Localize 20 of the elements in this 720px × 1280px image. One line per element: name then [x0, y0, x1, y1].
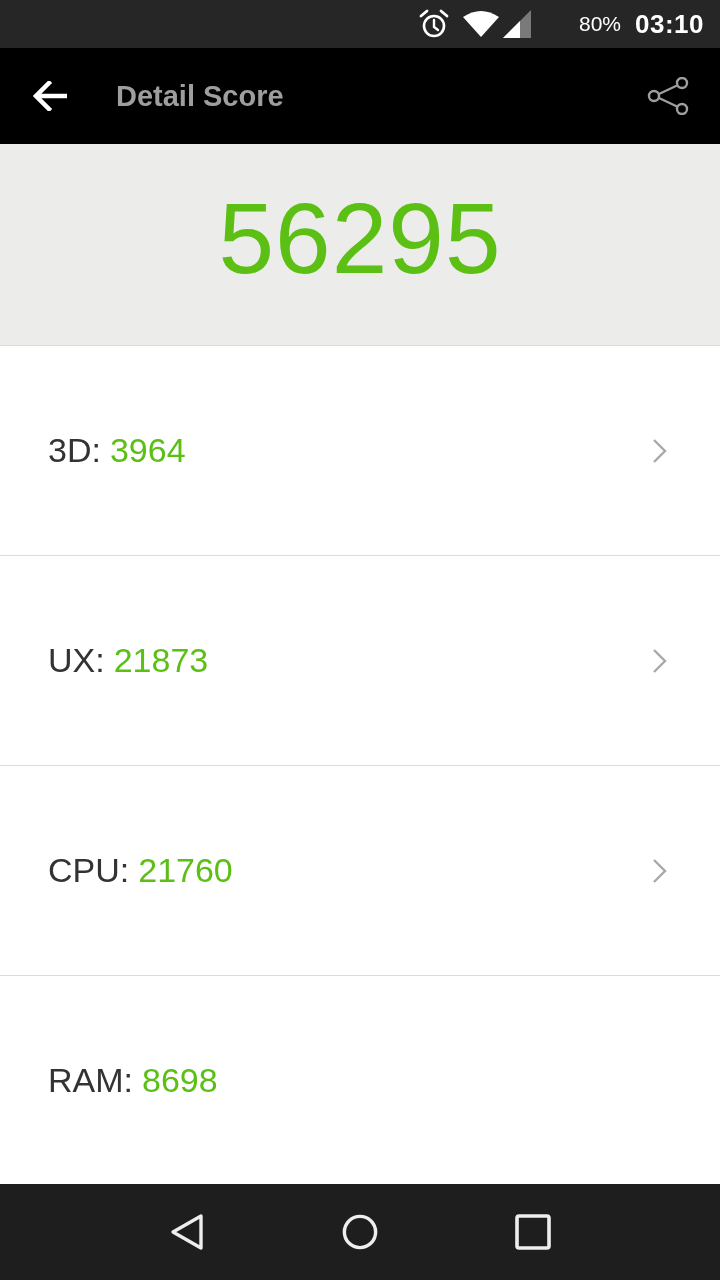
screen-title: Detail Score [116, 79, 285, 113]
score-value: 21873 [113, 641, 210, 680]
total-score: 56295 [218, 187, 502, 288]
recents-square-icon [515, 1213, 552, 1251]
home-circle-icon [342, 1213, 378, 1251]
clock-time: 03:10 [635, 8, 704, 40]
alarm-clock-icon [418, 9, 449, 39]
back-arrow-icon [33, 81, 67, 111]
score-value: 3964 [109, 431, 187, 470]
score-label: CPU: [48, 851, 130, 890]
cellular-signal-icon [502, 10, 531, 38]
score-label: 3D: [48, 431, 101, 470]
score-value: 21760 [138, 851, 234, 890]
back-triangle-icon [168, 1213, 205, 1251]
wifi-signal-icon [462, 11, 499, 37]
score-label: RAM: [48, 1060, 133, 1100]
score-value: 8698 [142, 1060, 219, 1100]
share-icon [647, 77, 689, 115]
battery-percentage: 80% [578, 12, 621, 36]
score-label: UX: [48, 641, 105, 680]
